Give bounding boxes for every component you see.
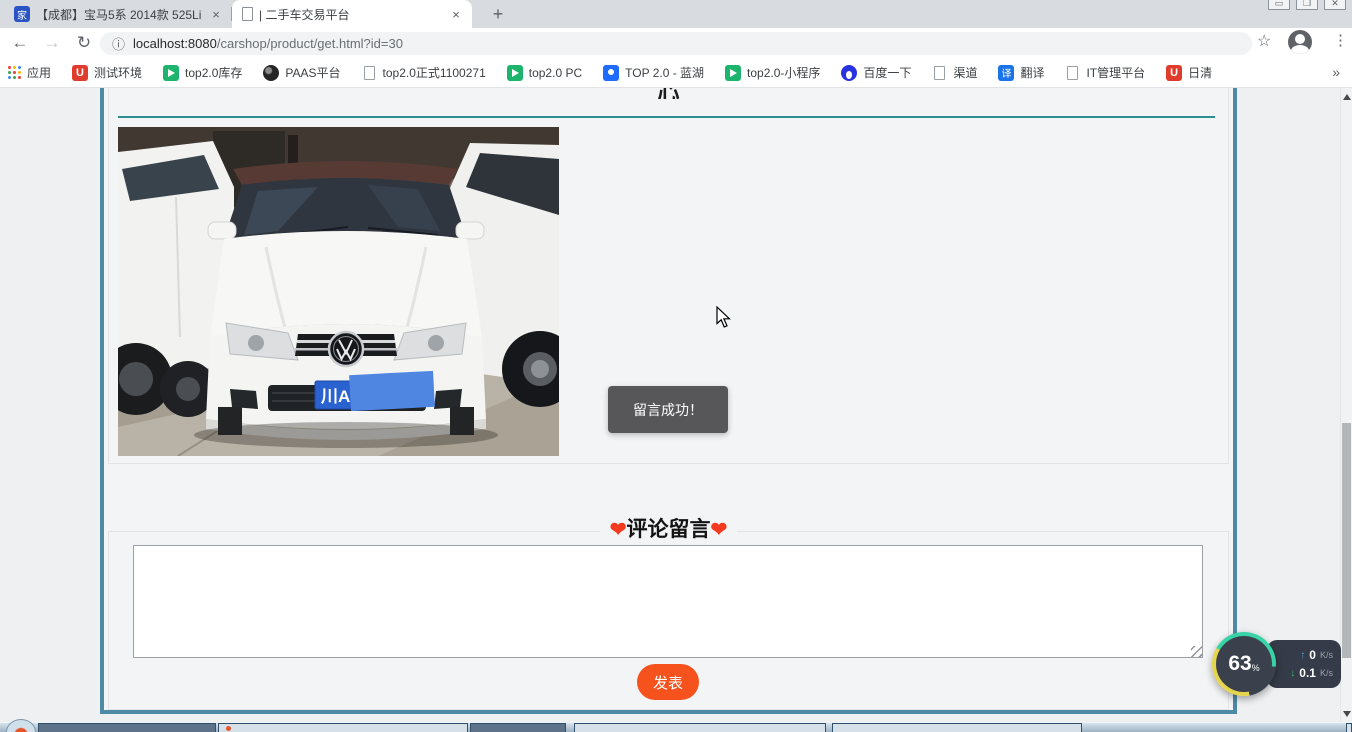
translate-icon: 译 [998,64,1015,81]
bookmark-star-icon[interactable]: ☆ [1257,31,1271,51]
play-green-icon [725,64,742,81]
url-path: /carshop/product/get.html?id=30 [216,36,403,51]
upload-speed-row: ↑ 0 K/s [1300,648,1333,662]
doc-icon [363,65,375,80]
bookmark-top2-stock[interactable]: top2.0库存 [163,64,242,81]
close-tab-icon[interactable]: × [448,7,464,22]
doc-icon [934,65,946,80]
taskbar-button[interactable] [218,723,468,732]
bookmark-test-env[interactable]: U 测试环境 [72,64,142,81]
taskbar-button[interactable] [1346,723,1352,732]
bookmark-it-platform[interactable]: IT管理平台 [1065,64,1145,81]
memory-gauge-value: 63 % [1216,636,1272,692]
new-tab-button[interactable]: + [486,3,510,25]
download-arrow-icon: ↓ [1290,667,1296,679]
tab-strip: 家 【成都】宝马5系 2014款 525Li × | 二手车交易平台 × + ▭… [0,0,1352,28]
scroll-down-icon[interactable] [1343,711,1351,717]
bookmark-channel[interactable]: 渠道 [932,64,977,81]
tab-autohome[interactable]: 家 【成都】宝马5系 2014款 525Li × [6,0,232,28]
bookmark-paas[interactable]: PAAS平台 [263,64,341,81]
taskbar-button[interactable] [38,723,216,732]
clipped-heading: 心 [108,88,1229,99]
close-tab-icon[interactable]: × [208,7,224,22]
bookmark-baidu[interactable]: 百度一下 [841,64,911,81]
toast-message: 留言成功！ [608,386,728,433]
doc-icon [1067,65,1079,80]
download-speed-row: ↓ 0.1 K/s [1290,666,1333,680]
browser-menu-icon[interactable]: ⋮ [1333,31,1348,49]
heart-icon: ❤ [710,519,728,541]
profile-avatar[interactable] [1288,30,1312,54]
car-photo: 川A [118,127,559,456]
window-close-button[interactable]: ✕ [1324,0,1346,10]
url-host: localhost:8080 [133,36,217,51]
window-controls: ▭ ❐ ✕ [1268,0,1346,12]
baidu-icon [841,64,858,81]
heart-icon: ❤ [609,519,627,541]
bookmark-translate[interactable]: 译 翻译 [998,64,1044,81]
paas-icon [263,64,280,81]
bookmark-riqing[interactable]: U 日清 [1166,64,1212,81]
bookmark-top2-pc[interactable]: top2.0 PC [506,64,582,81]
tab-title: | 二手车交易平台 [259,7,350,22]
svg-text:川A: 川A [320,387,350,406]
forward-icon: → [43,33,61,52]
window-restore-button[interactable]: ❐ [1296,0,1318,10]
play-green-icon [506,64,523,81]
taskbar-button[interactable] [470,723,566,732]
play-green-icon [163,64,180,81]
bookmark-top2-formal[interactable]: top2.0正式1100271 [362,64,486,81]
bookmark-top2-miniapp[interactable]: top2.0-小程序 [725,64,820,81]
comment-input[interactable] [133,545,1203,658]
scroll-up-icon[interactable] [1343,94,1351,100]
autohome-favicon-icon: 家 [14,6,30,22]
u-red-icon: U [72,64,89,81]
address-bar[interactable]: ⓘ localhost:8080 /carshop/product/get.ht… [100,32,1252,55]
tab-title: 【成都】宝马5系 2014款 525Li [36,7,202,22]
tab-carshop[interactable]: | 二手车交易平台 × [232,0,472,28]
info-icon[interactable]: ⓘ [112,34,125,53]
bookmarks-overflow-icon[interactable]: » [1332,64,1340,80]
bookmark-apps[interactable]: 应用 [8,64,51,81]
back-icon[interactable]: ← [8,31,32,55]
publish-button[interactable]: 发表 [637,664,699,700]
bookmark-lanhu[interactable]: TOP 2.0 - 蓝湖 [603,64,704,81]
section-divider [118,116,1215,118]
lanhu-icon [603,64,620,81]
textarea-resize-handle[interactable] [1191,646,1202,657]
apps-grid-icon [8,66,21,79]
taskbar-button[interactable] [832,723,1082,732]
page-favicon-icon [242,7,253,21]
mouse-cursor [716,305,734,335]
screen: { "browser": { "tabs": [ { "title": "【成都… [0,0,1352,732]
taskbar-button[interactable] [574,723,826,732]
taskbar-button-icon [226,726,231,731]
upload-arrow-icon: ↑ [1300,649,1306,661]
comment-section-title: ❤评论留言❤ [108,517,1229,545]
bookmarks-bar: 应用 U 测试环境 top2.0库存 PAAS平台 top2.0正式110027… [0,58,1352,88]
reload-icon[interactable]: ↻ [72,31,96,55]
network-speed-panel[interactable]: ↑ 0 K/s ↓ 0.1 K/s [1267,640,1341,688]
window-minimize-button[interactable]: ▭ [1268,0,1290,10]
scrollbar-thumb[interactable] [1342,423,1351,658]
memory-gauge[interactable]: 63 % [1212,632,1276,696]
u-red-icon: U [1166,64,1183,81]
